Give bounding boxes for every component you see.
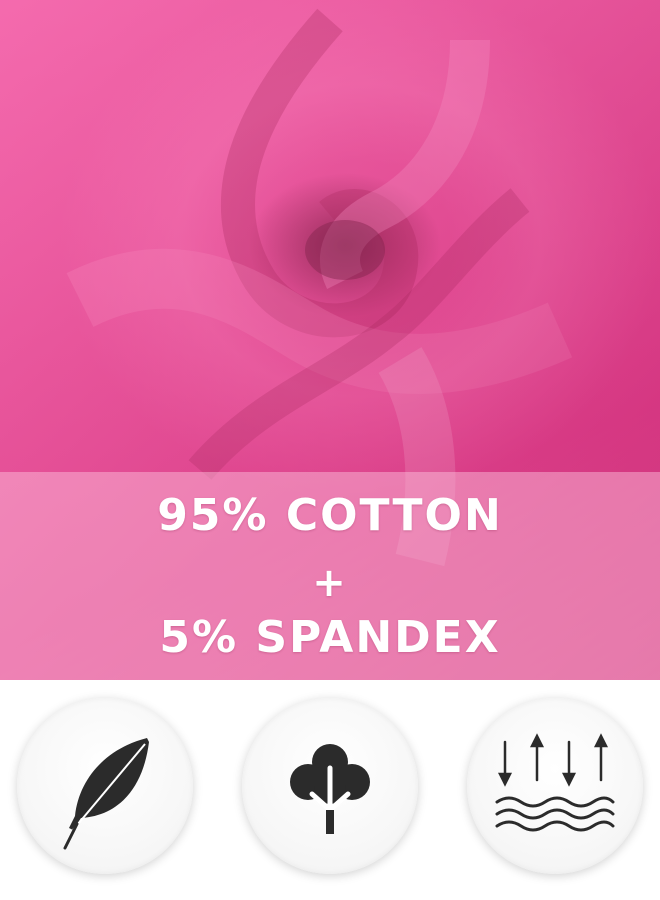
material-spandex-label: 5% SPANDEX [159,612,501,663]
cotton-flower-icon [290,744,370,834]
cotton-badge [242,698,418,874]
feature-badges [0,680,660,900]
breathable-badge [467,698,643,874]
feather-icon [63,738,149,850]
breathable-arrows-waves-icon [495,733,615,832]
feather-badge [17,698,193,874]
material-cotton-label: 95% COTTON [157,490,503,541]
plus-sign-label: + [312,560,348,606]
